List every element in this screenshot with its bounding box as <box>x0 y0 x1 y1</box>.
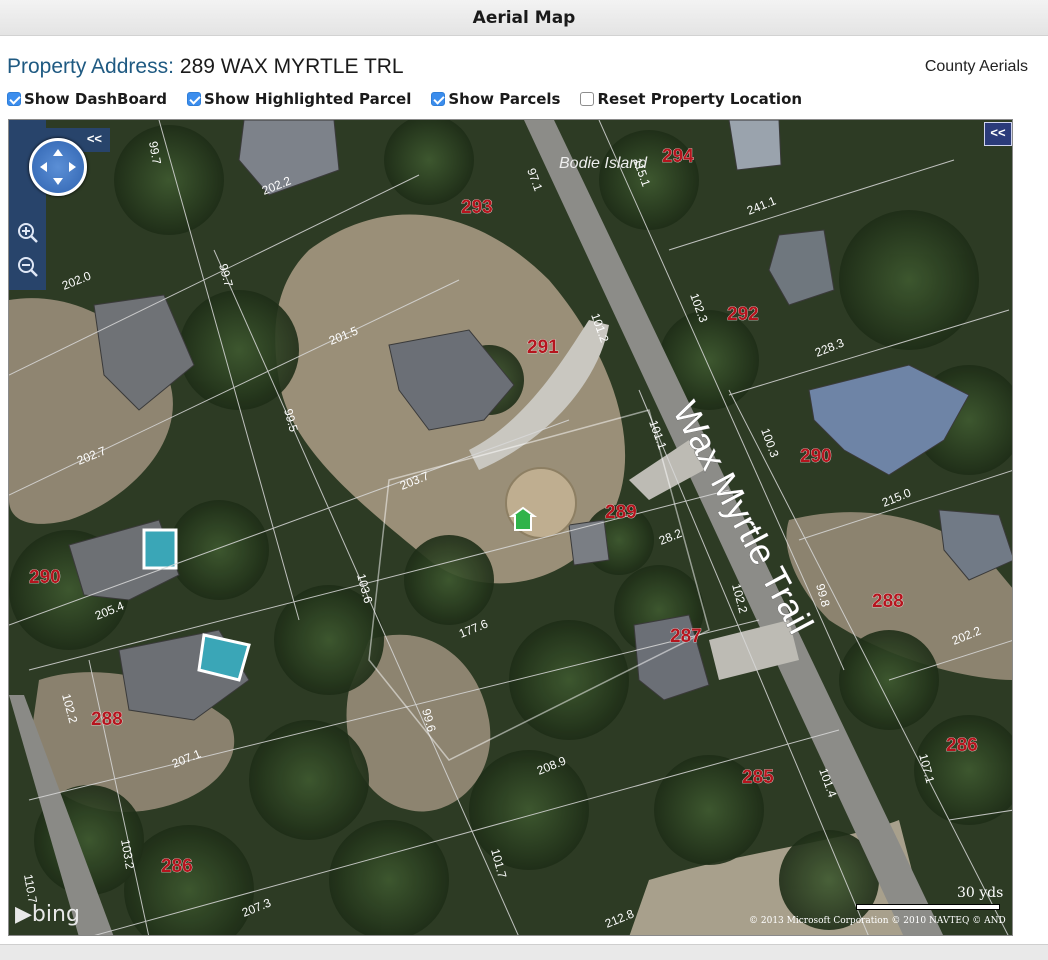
parcel-dimension: 102.3 <box>687 291 711 324</box>
option-show-dashboard[interactable]: Show DashBoard <box>7 90 167 108</box>
parcel-number-label: 293 <box>461 197 493 218</box>
parcel-dimension: 103.2 <box>118 838 137 870</box>
parcel-number-label: 290 <box>29 567 61 588</box>
reset-property-location-label: Reset Property Location <box>597 90 803 108</box>
parcel-number-label: 289 <box>605 502 637 523</box>
show-parcels-checkbox[interactable] <box>431 92 446 106</box>
parcel-dimension: 202.2 <box>260 173 293 197</box>
parcel-number-label: 288 <box>91 709 123 730</box>
zoom-in-icon <box>18 223 38 243</box>
map-copyright: © 2013 Microsoft Corporation © 2010 NAVT… <box>749 916 1006 926</box>
parcel-number-label: 287 <box>670 626 702 647</box>
parcel-number-label: 285 <box>742 767 774 788</box>
zoom-in-button[interactable] <box>15 220 41 246</box>
area-name-label: Bodie Island <box>559 155 648 172</box>
pan-arrows-icon <box>40 149 76 185</box>
parcel-dimension: 101.2 <box>588 311 612 344</box>
parcel-number-label: 288 <box>872 591 904 612</box>
parcel-number-label: 294 <box>662 146 694 167</box>
window-titlebar: Aerial Map <box>0 0 1048 36</box>
bing-logo-text: bing <box>31 902 80 927</box>
parcel-dimension: 99.7 <box>216 262 236 288</box>
parcel-dimension: 207.1 <box>170 746 203 770</box>
window-title: Aerial Map <box>472 7 576 28</box>
aerial-map[interactable]: 294 293 292 291 290 290 289 288 288 287 … <box>8 119 1013 936</box>
parcel-dimension: 102.2 <box>729 582 750 615</box>
parcel-dimension: 208.9 <box>535 753 568 777</box>
parcel-dimension: 101.4 <box>816 766 840 799</box>
parcel-dimension: 215.0 <box>880 485 913 509</box>
parcel-dimension: 202.2 <box>950 623 983 647</box>
map-labels: 294 293 292 291 290 290 289 288 288 287 … <box>21 140 983 931</box>
parcel-number-label: 291 <box>527 337 559 358</box>
parcel-dimension: 228.3 <box>813 335 846 359</box>
parcel-dimension: 203.7 <box>398 468 431 492</box>
parcel-dimension: 241.1 <box>745 193 778 217</box>
parcel-dimension: 207.3 <box>240 895 273 919</box>
parcel-dimension: 101.1 <box>646 418 670 451</box>
parcel-dimension: 102.2 <box>59 692 80 725</box>
option-show-parcels[interactable]: Show Parcels <box>431 90 560 108</box>
parcel-dimension: 103.6 <box>354 572 375 605</box>
parcel-dimension: 212.8 <box>603 906 636 930</box>
bing-logo-mark: ▶ <box>15 902 32 927</box>
show-dashboard-checkbox[interactable] <box>7 92 21 106</box>
map-panel-collapse-button[interactable]: << <box>984 122 1012 146</box>
scale-label: 30 yds <box>957 885 1004 901</box>
parcel-number-label: 290 <box>800 446 832 467</box>
option-reset-property-location[interactable]: Reset Property Location <box>580 90 802 108</box>
property-address-label: Property Address: <box>7 55 174 78</box>
parcel-dimension: 99.6 <box>419 707 439 733</box>
county-aerials-link[interactable]: County Aerials <box>925 58 1028 76</box>
reset-property-location-checkbox[interactable] <box>580 92 595 106</box>
property-address-row: Property Address: 289 WAX MYRTLE TRL Coun… <box>7 55 1028 83</box>
parcel-number-label: 292 <box>727 304 759 325</box>
parcel-dimension: 101.7 <box>488 847 509 880</box>
show-highlighted-parcel-label: Show Highlighted Parcel <box>204 90 412 108</box>
parcel-dimension: 202.0 <box>60 268 93 292</box>
parcel-dimension: 205.4 <box>93 598 126 622</box>
parcel-dimension: 107.1 <box>916 752 937 785</box>
parcel-number-label: 286 <box>161 856 193 877</box>
scale-bar <box>856 904 1000 910</box>
bing-logo: ▶bing <box>15 902 80 927</box>
bottom-strip <box>0 944 1048 960</box>
property-address-value: 289 WAX MYRTLE TRL <box>179 55 404 78</box>
parcel-dimension: 100.3 <box>758 426 782 459</box>
pan-compass-control[interactable] <box>29 138 87 196</box>
parcel-number-label: 286 <box>946 735 978 756</box>
parcel-dimension: 177.6 <box>457 616 490 640</box>
show-dashboard-label: Show DashBoard <box>24 90 168 108</box>
parcel-dimension: 99.5 <box>281 407 301 433</box>
parcel-dimension: 99.7 <box>146 140 164 166</box>
parcel-dimension: 202.7 <box>75 443 108 467</box>
zoom-out-button[interactable] <box>15 254 41 280</box>
show-highlighted-parcel-checkbox[interactable] <box>187 92 202 106</box>
map-options: Show DashBoard Show Highlighted Parcel S… <box>7 89 822 109</box>
parcel-dimension: 97.1 <box>524 166 545 193</box>
parcel-dimension: 110.7 <box>21 873 40 904</box>
option-show-highlighted-parcel[interactable]: Show Highlighted Parcel <box>187 90 411 108</box>
show-parcels-label: Show Parcels <box>448 90 561 108</box>
parcel-dimension: 99.8 <box>813 582 833 608</box>
parcel-dimension: 201.5 <box>327 323 360 347</box>
parcel-dimension: 28.2 <box>657 526 684 548</box>
zoom-out-icon <box>18 257 38 277</box>
